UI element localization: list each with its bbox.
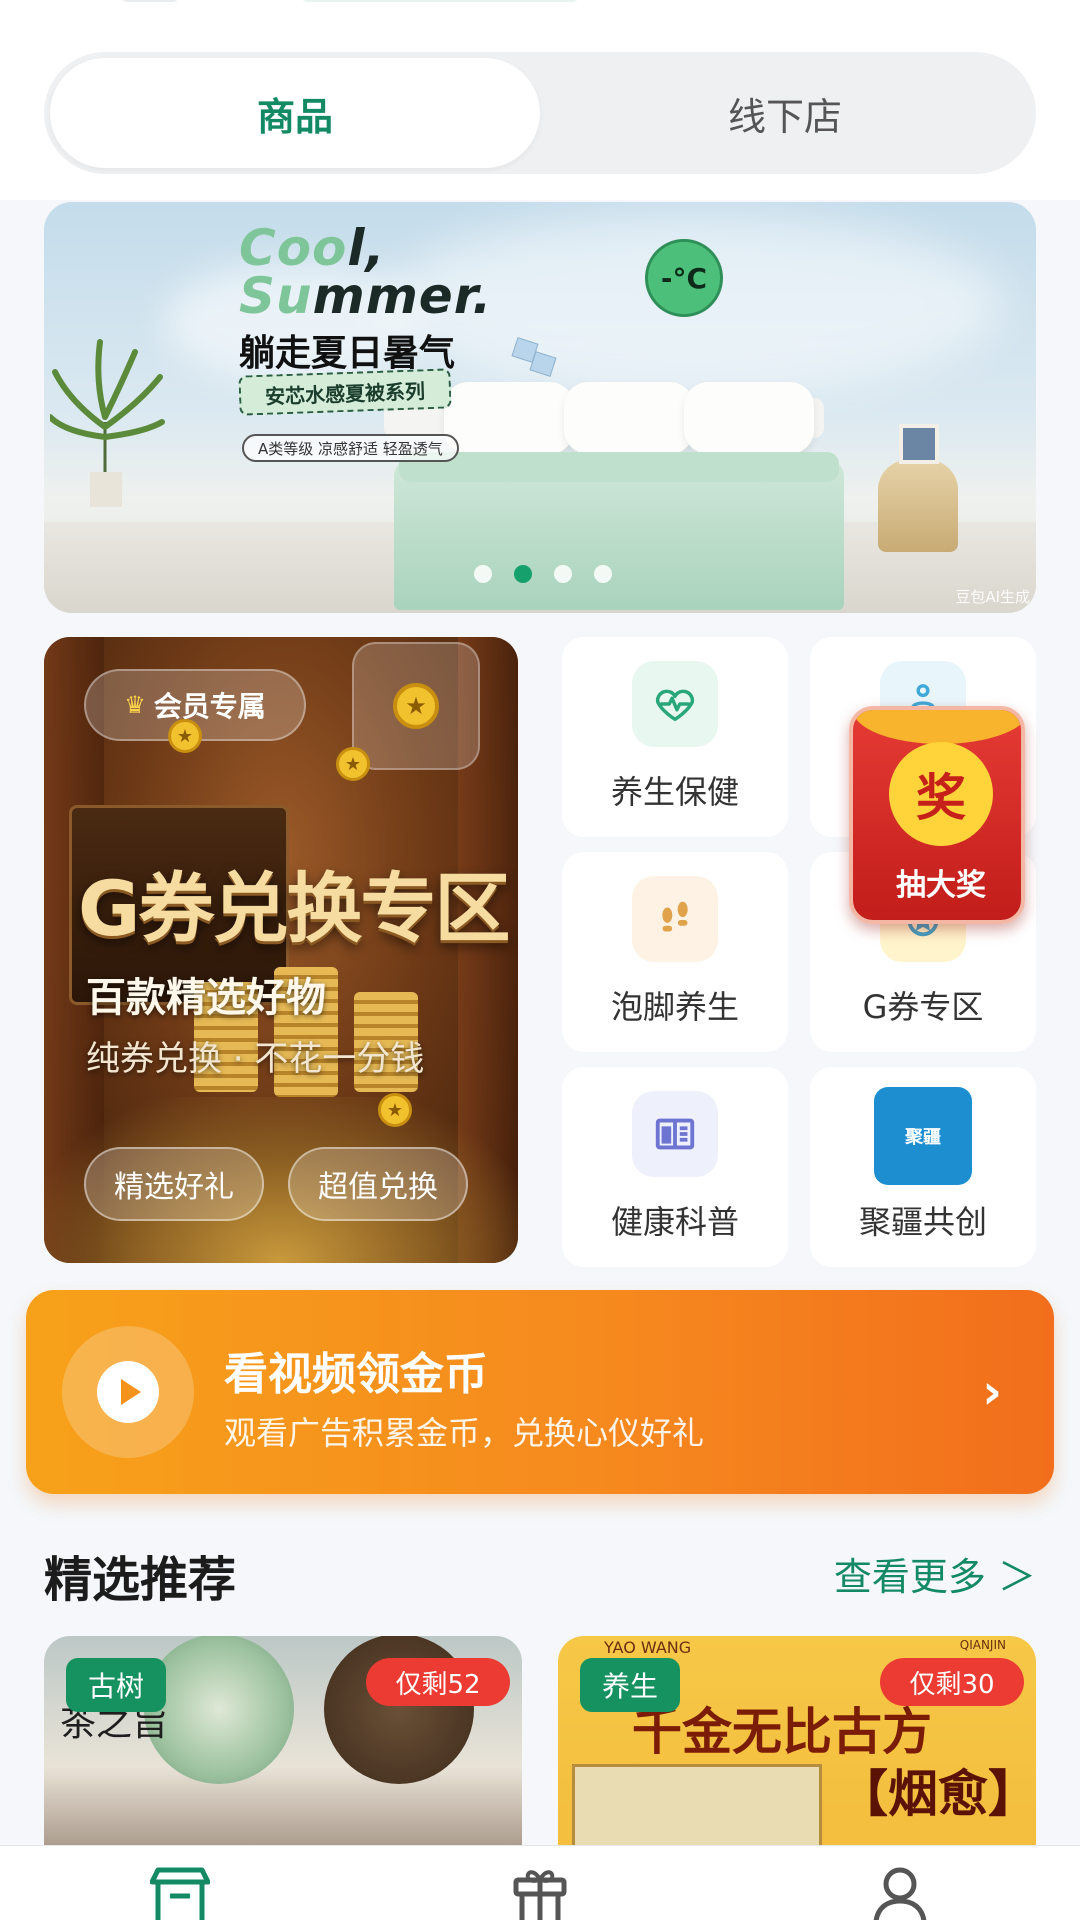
carousel-indicator — [474, 565, 612, 583]
carousel-dot[interactable] — [554, 565, 572, 583]
photo-frame-image — [899, 424, 939, 464]
gift-icon — [513, 1870, 567, 1920]
ai-watermark: 豆包AI生成 — [955, 588, 1030, 606]
footprints-icon — [632, 876, 718, 962]
user-icon — [873, 1867, 927, 1920]
banner-tags: A类等级 凉感舒适 轻盈透气 — [242, 434, 459, 462]
header-stub — [120, 0, 180, 2]
category-label: 泡脚养生 — [610, 988, 739, 1026]
book-icon — [632, 1091, 718, 1177]
category-health-care[interactable]: 养生保健 — [562, 637, 788, 837]
g-coupon-promo-card[interactable]: ♛ 会员专属 ★ ★ ★ ★ G券兑换专区 百款精选好物 纯券兑换 · 不花一分… — [44, 637, 518, 1263]
tab-store[interactable] — [120, 1846, 240, 1920]
top-header: 商品 线下店 — [0, 0, 1080, 200]
envelope-flap — [853, 710, 1021, 744]
tab-goods[interactable]: 商品 — [50, 58, 540, 168]
play-icon — [62, 1326, 194, 1458]
tab-offline-store[interactable]: 线下店 — [540, 58, 1030, 168]
value-exchange-button[interactable]: 超值兑换 — [288, 1147, 468, 1221]
product-tag: 古树 — [66, 1658, 166, 1712]
duvet-image — [394, 460, 844, 610]
stock-badge: 仅剩52 — [366, 1658, 510, 1706]
temperature-badge: -°C — [645, 239, 723, 317]
promo-subtitle: 百款精选好物 — [86, 975, 326, 1021]
prize-icon: 奖 — [889, 742, 993, 846]
carousel-dot-active[interactable] — [514, 565, 532, 583]
product-image-text: 【烟愈】 — [838, 1765, 1036, 1823]
pillow-image — [684, 382, 814, 454]
duvet-fold — [399, 452, 839, 482]
tab-gifts[interactable] — [480, 1846, 600, 1920]
category-health-science[interactable]: 健康科普 — [562, 1067, 788, 1267]
brand-text: QIANJIN — [959, 1638, 1006, 1652]
category-label: 聚疆共创 — [858, 1203, 987, 1241]
bottom-tab-bar — [0, 1845, 1080, 1920]
carousel-dot[interactable] — [594, 565, 612, 583]
stock-badge: 仅剩30 — [880, 1658, 1024, 1706]
promo-tagline: 纯券兑换 · 不花一分钱 — [86, 1039, 425, 1079]
medal-badge: ★ — [352, 642, 480, 770]
section-title: 精选推荐 — [44, 1552, 237, 1608]
header-stub — [300, 0, 580, 2]
chevron-right-icon: › — [982, 1364, 1002, 1420]
member-badge-label: 会员专属 — [153, 690, 266, 723]
store-icon — [150, 1867, 210, 1920]
crown-icon: ♛ — [124, 691, 146, 719]
carousel-dot[interactable] — [474, 565, 492, 583]
category-foot-soak[interactable]: 泡脚养生 — [562, 852, 788, 1052]
video-bar-title: 看视频领金币 — [224, 1349, 488, 1400]
banner-title: 躺走夏日暑气 — [239, 333, 456, 374]
medal-icon: ★ — [168, 719, 202, 753]
brand-text: YAO WANG — [604, 1638, 692, 1657]
pillow-image — [564, 382, 694, 454]
lottery-float-button[interactable]: 奖 抽大奖 — [849, 706, 1025, 924]
plant-image — [50, 339, 165, 507]
segment-control: 商品 线下店 — [44, 52, 1036, 174]
see-more-link[interactable]: 查看更多 ＞ — [834, 1546, 1036, 1601]
product-tag: 养生 — [580, 1658, 680, 1712]
side-table-image — [878, 460, 958, 552]
category-juliang-cocreate[interactable]: 聚疆 聚疆共创 — [810, 1067, 1036, 1267]
watch-video-reward-bar[interactable]: 看视频领金币 观看广告积累金币，兑换心仪好礼 › — [26, 1290, 1054, 1494]
juliang-logo: 聚疆 — [874, 1087, 972, 1185]
video-bar-subtitle: 观看广告积累金币，兑换心仪好礼 — [224, 1414, 705, 1452]
banner-series: 安芯水感夏被系列 — [238, 368, 452, 416]
category-label: 健康科普 — [610, 1203, 739, 1241]
promo-title: G券兑换专区 — [78, 864, 510, 953]
category-label: G券专区 — [862, 988, 984, 1026]
banner-headline: Cool, Summer. — [239, 219, 493, 325]
category-label: 养生保健 — [610, 773, 739, 811]
tab-profile[interactable] — [840, 1846, 960, 1920]
banner-carousel[interactable]: Cool, Summer. 躺走夏日暑气 安芯水感夏被系列 A类等级 凉感舒适 … — [44, 202, 1036, 613]
selected-gifts-button[interactable]: 精选好礼 — [84, 1147, 264, 1221]
lottery-label: 抽大奖 — [896, 868, 986, 903]
pillow-image — [444, 382, 574, 454]
heart-pulse-icon — [632, 661, 718, 747]
medal-icon: ★ — [393, 683, 439, 729]
medal-icon: ★ — [378, 1093, 412, 1127]
medal-icon: ★ — [336, 747, 370, 781]
